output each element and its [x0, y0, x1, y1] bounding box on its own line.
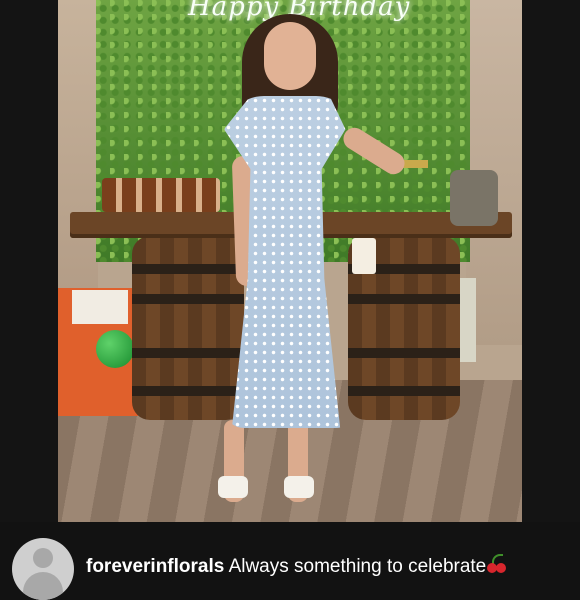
- face: [264, 22, 316, 90]
- paper-note: [72, 290, 128, 324]
- avatar[interactable]: [12, 538, 74, 600]
- dessert-tray: [102, 178, 220, 212]
- sandal: [218, 476, 248, 498]
- caption-text: Always something to celebrate: [228, 556, 487, 577]
- barrel: [132, 236, 244, 420]
- right-margin: [522, 0, 580, 522]
- green-ball: [96, 330, 134, 368]
- user-silhouette-icon: [33, 548, 53, 568]
- sandal: [284, 476, 314, 498]
- caption: foreverinflorals Always something to cel…: [86, 554, 507, 578]
- post-photo[interactable]: Happy Birthday: [58, 0, 522, 522]
- post-caption-bar: foreverinflorals Always something to cel…: [0, 522, 580, 600]
- username-link[interactable]: foreverinflorals: [86, 556, 224, 577]
- tiki-mug: [450, 170, 498, 226]
- wall: [58, 0, 98, 330]
- handbag: [352, 238, 376, 274]
- cherry-icon: [486, 554, 507, 574]
- left-margin: [0, 0, 58, 522]
